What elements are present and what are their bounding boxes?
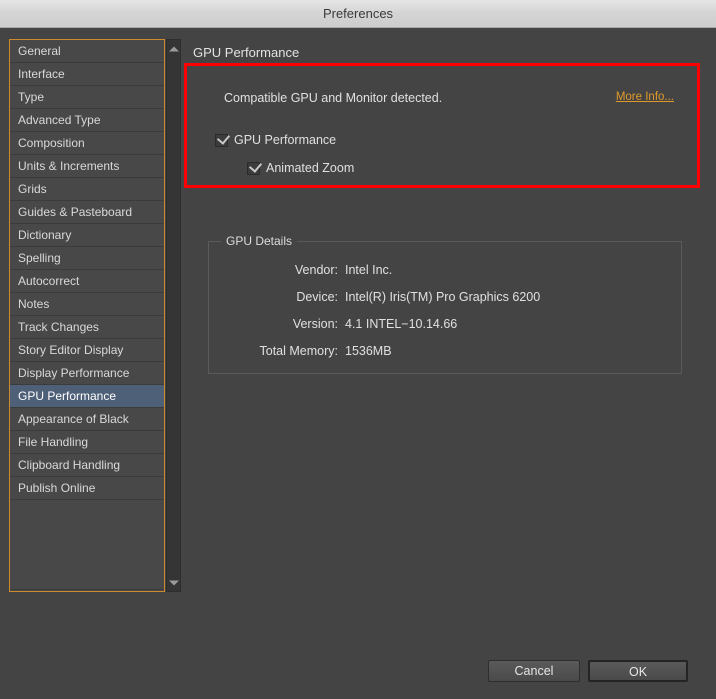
sidebar-item-notes[interactable]: Notes	[10, 293, 164, 316]
sidebar-item-story-editor-display[interactable]: Story Editor Display	[10, 339, 164, 362]
gpu-detail-label: Total Memory:	[259, 343, 339, 358]
sidebar-item-general[interactable]: General	[10, 40, 164, 63]
gpu-detail-label: Vendor:	[294, 262, 338, 277]
gpu-performance-checkbox-row[interactable]: GPU Performance	[215, 130, 337, 147]
check-icon	[216, 130, 231, 145]
sidebar-item-file-handling[interactable]: File Handling	[10, 431, 164, 454]
gpu-detail-label: Version:	[292, 316, 338, 331]
preferences-category-list[interactable]: General Interface Type Advanced Type Composi…	[9, 39, 165, 592]
gpu-details-group: GPU Details Vendor: Intel Inc. Device: Inte…	[208, 234, 683, 374]
gpu-detail-value: Intel(R) Iris(TM) Pro Graphics 6200	[345, 289, 541, 304]
sidebar-item-publish-online[interactable]: Publish Online	[10, 477, 164, 500]
gpu-detail-row: Device: Intel(R) Iris(TM) Pro Graphics 62…	[209, 283, 683, 310]
gpu-detail-row: Total Memory: 1536MB	[209, 337, 683, 364]
gpu-detail-label: Device:	[296, 289, 338, 304]
gpu-detail-value: 1536MB	[345, 343, 392, 358]
sidebar-item-type[interactable]: Type	[10, 86, 164, 109]
gpu-details-rows: Vendor: Intel Inc. Device: Intel(R) Iris(TM…	[209, 256, 683, 364]
gpu-detail-row: Vendor: Intel Inc.	[209, 256, 683, 283]
dialog-content: General Interface Type Advanced Type Composi…	[0, 28, 716, 699]
gpu-detail-row: Version: 4.1 INTEL−10.14.66	[209, 310, 683, 337]
sidebar-item-clipboard-handling[interactable]: Clipboard Handling	[10, 454, 164, 477]
scroll-down-arrow-icon[interactable]	[167, 576, 180, 589]
sidebar-item-guides-pasteboard[interactable]: Guides & Pasteboard	[10, 201, 164, 224]
sidebar-item-advanced-type[interactable]: Advanced Type	[10, 109, 164, 132]
sidebar-empty-space	[10, 500, 164, 590]
gpu-detail-value: 4.1 INTEL−10.14.66	[345, 316, 458, 331]
scroll-up-arrow-icon[interactable]	[167, 42, 180, 55]
gpu-details-legend: GPU Details	[221, 234, 298, 248]
cancel-button[interactable]: Cancel	[488, 660, 580, 682]
gpu-detail-value: Intel Inc.	[345, 262, 393, 277]
more-info-link[interactable]: More Info...	[616, 91, 674, 103]
preferences-category-list-inner: General Interface Type Advanced Type Composi…	[10, 40, 164, 591]
sidebar-item-track-changes[interactable]: Track Changes	[10, 316, 164, 339]
highlight-annotation-box: Compatible GPU and Monitor detected. Mor…	[184, 63, 700, 188]
animated-zoom-checkbox[interactable]	[247, 158, 263, 175]
sidebar-item-units-increments[interactable]: Units & Increments	[10, 155, 164, 178]
gpu-status-message: Compatible GPU and Monitor detected.	[224, 91, 443, 105]
triangle-down-icon	[168, 580, 179, 585]
triangle-up-icon	[168, 46, 179, 51]
sidebar-scrollbar[interactable]	[166, 39, 181, 592]
preferences-window: Preferences General Interface Type Advanced…	[0, 0, 716, 699]
animated-zoom-checkbox-label: Animated Zoom	[266, 161, 355, 175]
gpu-status-row: Compatible GPU and Monitor detected. Mor…	[224, 91, 684, 109]
sidebar-item-dictionary[interactable]: Dictionary	[10, 224, 164, 247]
gpu-performance-checkbox[interactable]	[215, 130, 231, 147]
window-title: Preferences	[322, 6, 394, 21]
animated-zoom-checkbox-row[interactable]: Animated Zoom	[247, 158, 355, 175]
sidebar-item-grids[interactable]: Grids	[10, 178, 164, 201]
window-titlebar: Preferences	[0, 0, 716, 28]
sidebar-item-appearance-of-black[interactable]: Appearance of Black	[10, 408, 164, 431]
sidebar-item-interface[interactable]: Interface	[10, 63, 164, 86]
check-icon	[248, 158, 263, 173]
sidebar-item-composition[interactable]: Composition	[10, 132, 164, 155]
sidebar-item-gpu-performance[interactable]: GPU Performance	[10, 385, 164, 408]
sidebar-item-autocorrect[interactable]: Autocorrect	[10, 270, 164, 293]
ok-button[interactable]: OK	[588, 660, 688, 682]
page-title: GPU Performance	[193, 45, 300, 60]
sidebar-item-display-performance[interactable]: Display Performance	[10, 362, 164, 385]
gpu-performance-checkbox-label: GPU Performance	[234, 133, 337, 147]
sidebar-item-spelling[interactable]: Spelling	[10, 247, 164, 270]
